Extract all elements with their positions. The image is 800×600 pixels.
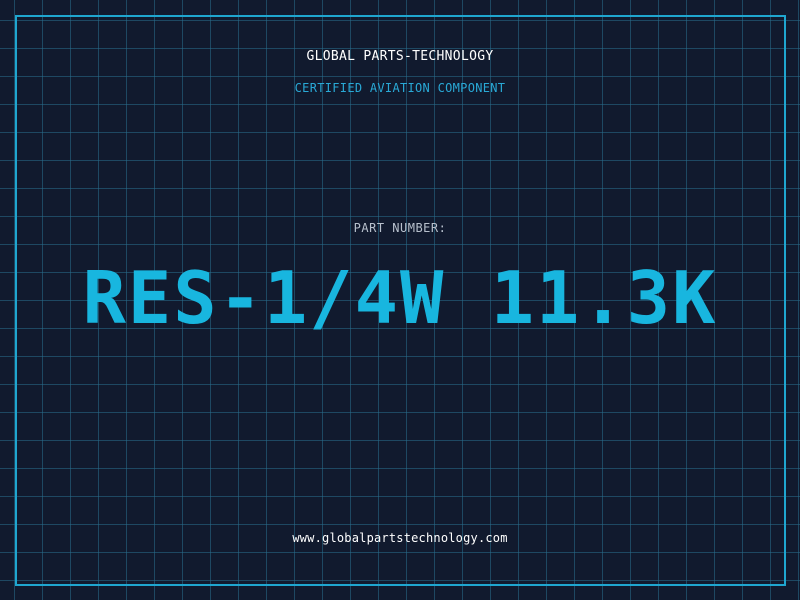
- label-canvas: GLOBAL PARTS-TECHNOLOGY CERTIFIED AVIATI…: [0, 0, 800, 600]
- part-number-value: RES-1/4W 11.3K: [82, 256, 718, 340]
- company-name: GLOBAL PARTS-TECHNOLOGY: [306, 49, 494, 64]
- website-url: www.globalpartstechnology.com: [292, 531, 508, 545]
- certification-subtitle: CERTIFIED AVIATION COMPONENT: [294, 81, 506, 95]
- part-number-label: PART NUMBER:: [353, 221, 447, 235]
